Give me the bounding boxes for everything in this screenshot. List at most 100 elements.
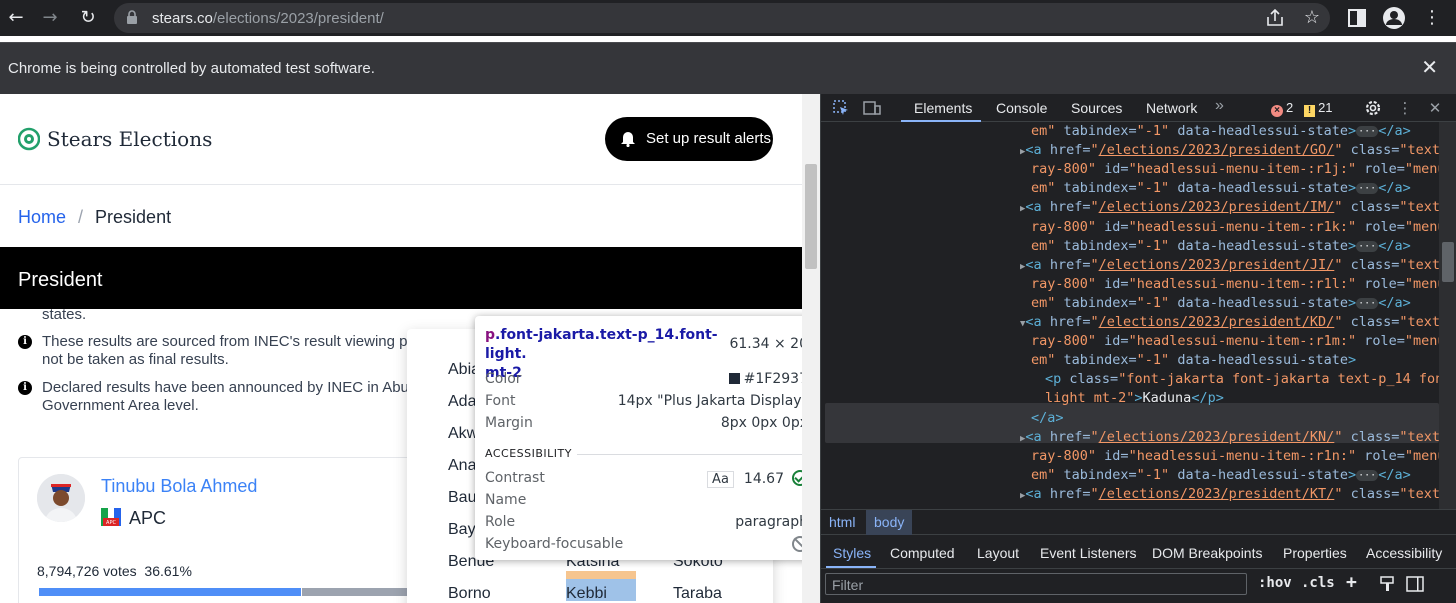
subtab-event-listeners[interactable]: Event Listeners — [1040, 545, 1137, 561]
bookmark-star-icon[interactable]: ☆ — [1300, 6, 1324, 30]
dom-node-line[interactable]: em" tabindex="-1" data-headlessui-state>… — [1031, 466, 1411, 485]
elements-tree[interactable]: em" tabindex="-1" data-headlessui-state>… — [821, 122, 1439, 509]
active-subtab-indicator — [826, 566, 876, 568]
set-up-alerts-button[interactable]: Set up result alerts — [605, 117, 773, 161]
subtab-layout[interactable]: Layout — [977, 545, 1019, 561]
dom-node-line[interactable]: ▶<a href="/elections/2023/president/JI/"… — [1020, 256, 1439, 277]
infobar-text: Chrome is being controlled by automated … — [8, 60, 375, 77]
candidate-avatar — [37, 474, 85, 522]
dom-node-line[interactable]: em" tabindex="-1" data-headlessui-state> — [1031, 351, 1356, 370]
close-icon[interactable]: ✕ — [1421, 55, 1438, 79]
site-logo-text[interactable]: Stears Elections — [47, 127, 212, 151]
stears-logo-icon[interactable] — [18, 125, 40, 153]
dom-node-line[interactable]: <p class="font-jakarta font-jakarta text… — [1045, 370, 1439, 389]
state-menu-item[interactable]: Kebbi — [566, 585, 607, 603]
dom-node-line[interactable]: em" tabindex="-1" data-headlessui-state>… — [1031, 122, 1411, 141]
subtab-styles[interactable]: Styles — [833, 545, 871, 561]
device-toolbar-icon[interactable] — [863, 100, 881, 116]
dom-node-line[interactable]: em" tabindex="-1" data-headlessui-state>… — [1031, 237, 1411, 256]
issue-counters[interactable]: × 2 ! 21 — [1271, 100, 1333, 117]
page-scrollbar-thumb[interactable] — [805, 164, 817, 269]
tab-sources[interactable]: Sources — [1071, 100, 1122, 116]
share-icon[interactable] — [1265, 9, 1285, 27]
alert-button-label: Set up result alerts — [646, 130, 772, 147]
page-title: President — [18, 269, 103, 291]
dom-node-line[interactable]: em" tabindex="-1" data-headlessui-state>… — [1031, 294, 1411, 313]
breadcrumb: Home / President — [18, 207, 171, 228]
styles-subtabs: Styles Computed Layout Event Listeners D… — [821, 535, 1456, 569]
candidate-card: Tinubu Bola Ahmed APC APC 8,794,726 vote… — [18, 457, 419, 603]
error-icon: × — [1271, 105, 1283, 117]
devtools-tabbar: Elements Console Sources Network » × 2 ! 2… — [821, 94, 1456, 122]
vote-share-bar-rest — [302, 588, 419, 596]
tooltip-row-name: Name — [485, 492, 527, 508]
filter-placeholder: Filter — [832, 577, 864, 593]
dom-node-line[interactable]: ▶<a href="/elections/2023/president/IM/"… — [1020, 198, 1439, 219]
dom-node-line[interactable]: </a> — [1031, 409, 1064, 428]
reload-icon[interactable]: ↻ — [76, 6, 100, 30]
dom-node-line[interactable]: ray-800" id="headlessui-menu-item-:r1n:"… — [1031, 447, 1439, 466]
breadcrumb-home[interactable]: Home — [18, 207, 66, 227]
tooltip-accessibility-heading: ACCESSIBILITY — [485, 447, 572, 460]
tab-elements[interactable]: Elements — [914, 100, 972, 116]
dom-node-line[interactable]: ▼<a href="/elections/2023/president/KD/"… — [1020, 313, 1439, 334]
tooltip-row-role: Role paragraph — [485, 514, 808, 530]
back-icon[interactable]: ← — [4, 6, 28, 30]
address-bar[interactable]: stears.co/elections/2023/president/ — [114, 3, 1330, 33]
profile-icon[interactable] — [1382, 6, 1406, 30]
color-swatch-icon — [728, 373, 740, 384]
devtools-panel: Elements Console Sources Network » × 2 ! 2… — [820, 94, 1456, 603]
dom-node-line[interactable]: ray-800" id="headlessui-menu-item-:r1j:"… — [1031, 160, 1439, 179]
candidate-name[interactable]: Tinubu Bola Ahmed — [101, 476, 257, 497]
breadcrumb-separator: / — [78, 207, 84, 227]
dom-node-line[interactable]: ray-800" id="headlessui-menu-item-:r1k:"… — [1031, 218, 1439, 237]
info-icon: i — [18, 381, 32, 395]
class-toggle[interactable]: .cls — [1301, 575, 1335, 591]
svg-text:APC: APC — [106, 520, 116, 526]
state-menu-item[interactable]: Akw — [448, 425, 478, 443]
state-menu-item[interactable]: Ada — [448, 393, 476, 411]
menu-icon[interactable]: ⋮ — [1420, 6, 1444, 30]
kebab-menu-icon[interactable]: ⋮ — [1396, 99, 1414, 117]
forward-icon[interactable]: → — [38, 6, 62, 30]
settings-gear-icon[interactable] — [1364, 99, 1382, 117]
toggle-sidebar-icon[interactable] — [1406, 576, 1424, 592]
close-devtools-icon[interactable]: ✕ — [1426, 99, 1444, 117]
inspect-tooltip: p.font-jakarta.text-p_14.font-light. mt-2… — [475, 316, 818, 560]
party-name: APC — [129, 508, 167, 528]
dom-node-line[interactable]: ray-800" id="headlessui-menu-item-:r1m:"… — [1031, 332, 1439, 351]
tab-network[interactable]: Network — [1146, 100, 1197, 116]
breadcrumb-html[interactable]: html — [829, 514, 855, 530]
hover-state-toggle[interactable]: :hov — [1258, 575, 1292, 591]
dom-node-line[interactable]: ▶<a href="/elections/2023/president/KN/"… — [1020, 428, 1439, 449]
elements-scrollbar-thumb[interactable] — [1442, 242, 1454, 282]
bell-icon — [621, 132, 635, 147]
page-title-band: President — [0, 247, 802, 309]
paint-brush-icon[interactable] — [1379, 576, 1395, 592]
side-panel-icon[interactable] — [1348, 9, 1366, 27]
page-scrollbar[interactable] — [802, 94, 820, 603]
inspect-element-icon[interactable] — [833, 100, 849, 116]
dom-node-line[interactable]: em" tabindex="-1" data-headlessui-state>… — [1031, 179, 1411, 198]
new-style-rule-icon[interactable]: + — [1346, 572, 1357, 593]
more-tabs-icon[interactable]: » — [1215, 97, 1224, 115]
state-menu-item[interactable]: Taraba — [673, 585, 722, 603]
info-icon: i — [18, 335, 32, 349]
styles-filter-input[interactable]: Filter — [825, 573, 1247, 595]
subtab-properties[interactable]: Properties — [1283, 545, 1347, 561]
automation-infobar: Chrome is being controlled by automated … — [0, 42, 1456, 94]
state-menu-item[interactable]: Borno — [448, 585, 491, 603]
dom-node-line[interactable]: ▶<a href="/elections/2023/president/GO/"… — [1020, 141, 1439, 162]
lock-icon — [127, 10, 137, 24]
subtab-dom-breakpoints[interactable]: DOM Breakpoints — [1152, 545, 1262, 561]
subtab-accessibility[interactable]: Accessibility — [1366, 545, 1442, 561]
breadcrumb-body[interactable]: body — [866, 510, 913, 535]
elements-scrollbar[interactable] — [1439, 122, 1456, 509]
tab-console[interactable]: Console — [996, 100, 1047, 116]
subtab-computed[interactable]: Computed — [890, 545, 955, 561]
dom-node-line[interactable]: ▶<a href="/elections/2023/president/KT/"… — [1020, 485, 1439, 506]
dom-node-line[interactable]: light mt-2">Kaduna</p> — [1045, 389, 1224, 408]
dom-node-line[interactable]: ray-800" id="headlessui-menu-item-:r1l:"… — [1031, 275, 1439, 294]
dom-breadcrumb: html body — [821, 509, 1456, 535]
url-text: stears.co/elections/2023/president/ — [152, 10, 384, 27]
